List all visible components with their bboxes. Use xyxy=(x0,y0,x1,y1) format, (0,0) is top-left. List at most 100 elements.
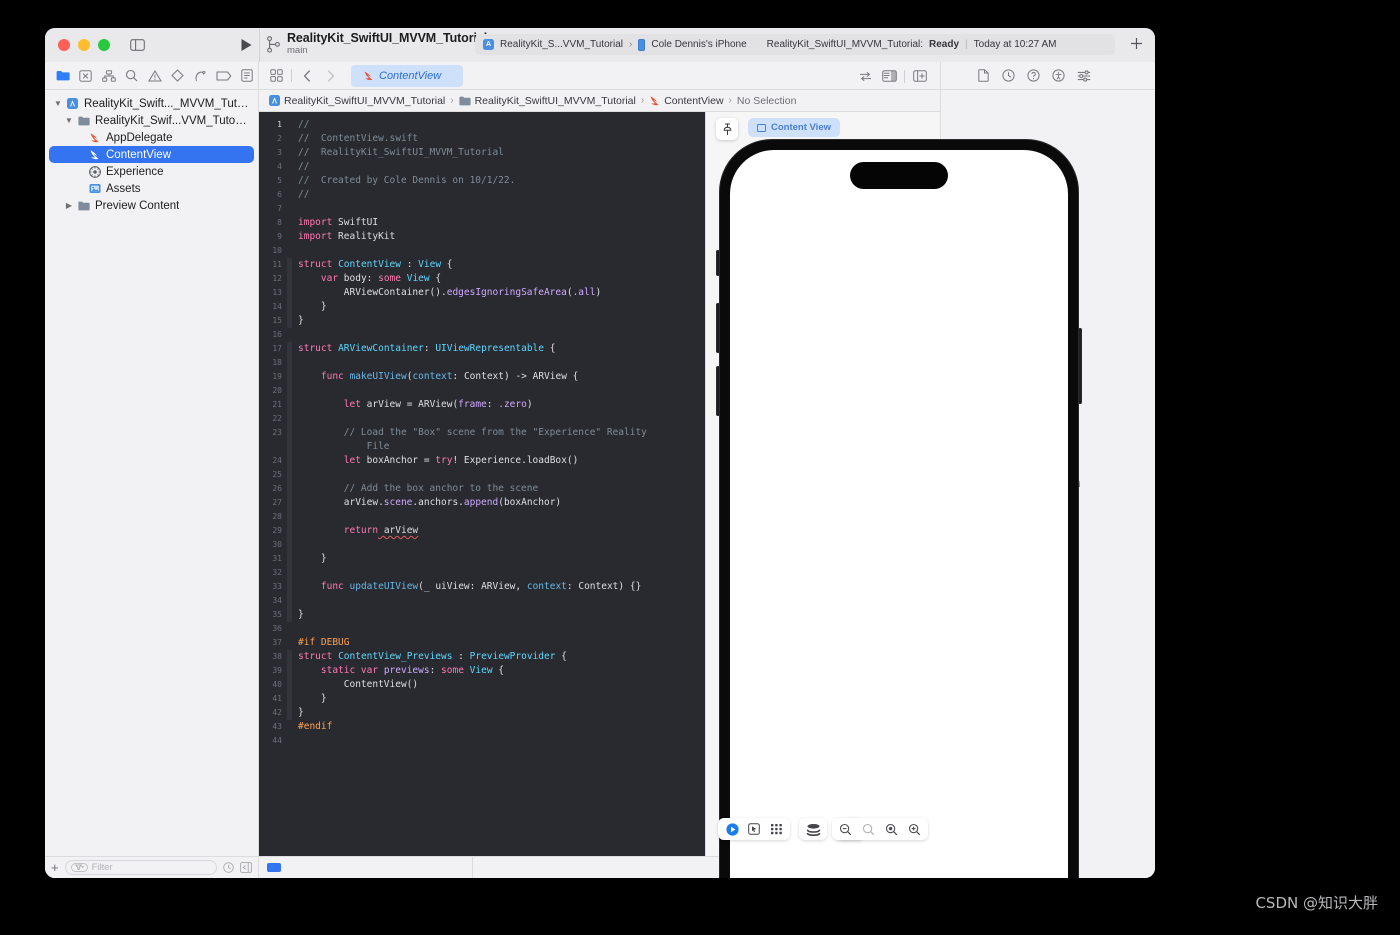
device-settings-icon[interactable] xyxy=(803,820,823,838)
code-line[interactable]: arView.scene.anchors.append(boxAnchor) xyxy=(298,496,705,510)
code-line[interactable]: // Created by Cole Dennis on 10/1/22. xyxy=(298,174,705,188)
navigator-item-assets[interactable]: Assets xyxy=(49,180,254,197)
code-line[interactable]: } xyxy=(298,706,705,720)
code-line[interactable] xyxy=(298,538,705,552)
file-inspector-icon[interactable] xyxy=(971,65,996,87)
test-navigator-icon[interactable] xyxy=(166,65,189,87)
code-line[interactable]: } xyxy=(298,692,705,706)
code-line[interactable]: } xyxy=(298,552,705,566)
navigator-item-appdelegate[interactable]: AppDelegate xyxy=(49,129,254,146)
zoom-button[interactable] xyxy=(98,39,110,51)
disclosure-triangle-open[interactable]: ▼ xyxy=(64,116,74,125)
code-line[interactable]: } xyxy=(298,300,705,314)
code-line[interactable] xyxy=(298,622,705,636)
activity-status-bar[interactable]: A RealityKit_S...VVM_Tutorial › Cole Den… xyxy=(475,34,1115,55)
destination-label[interactable]: Cole Dennis's iPhone xyxy=(651,39,746,50)
code-line[interactable] xyxy=(298,594,705,608)
preview-name-badge[interactable]: Content View xyxy=(748,118,840,137)
code-line[interactable]: #endif xyxy=(298,720,705,734)
code-line[interactable]: struct ARViewContainer: UIViewRepresenta… xyxy=(298,342,705,356)
selectable-preview-icon[interactable] xyxy=(744,820,764,838)
run-play-icon[interactable] xyxy=(240,38,253,52)
code-line[interactable]: let boxAnchor = try! Experience.loadBox(… xyxy=(298,454,705,468)
quick-help-inspector-icon[interactable] xyxy=(1021,65,1046,87)
symbol-navigator-icon[interactable] xyxy=(97,65,120,87)
source-control-navigator-icon[interactable] xyxy=(74,65,97,87)
code-line[interactable]: static var previews: some View { xyxy=(298,664,705,678)
close-button[interactable] xyxy=(58,39,70,51)
code-line[interactable]: var body: some View { xyxy=(298,272,705,286)
code-review-icon[interactable] xyxy=(853,65,877,87)
filter-scope-icon[interactable] xyxy=(70,863,88,872)
code-line[interactable]: struct ContentView : View { xyxy=(298,258,705,272)
code-line[interactable]: // Load the "Box" scene from the "Experi… xyxy=(298,426,705,440)
filter-input[interactable]: Filter xyxy=(64,860,217,875)
code-line[interactable]: } xyxy=(298,314,705,328)
code-line[interactable]: // RealityKit_SwiftUI_MVVM_Tutorial xyxy=(298,146,705,160)
project-file-tree[interactable]: ▼ RealityKit_Swift..._MVVM_Tutorial ▼ Reali… xyxy=(45,90,258,856)
code-line[interactable]: ContentView() xyxy=(298,678,705,692)
collapse-all-icon[interactable] xyxy=(240,862,252,873)
sidebar-toggle-icon[interactable] xyxy=(130,39,145,51)
code-line[interactable] xyxy=(298,510,705,524)
accessibility-inspector-icon[interactable] xyxy=(1046,65,1071,87)
code-line[interactable]: // xyxy=(298,188,705,202)
code-line[interactable] xyxy=(298,202,705,216)
code-line[interactable]: struct ContentView_Previews : PreviewPro… xyxy=(298,650,705,664)
disclosure-triangle-closed[interactable]: ▶ xyxy=(64,201,74,210)
code-line[interactable] xyxy=(298,244,705,258)
code-line-continuation[interactable]: File xyxy=(298,440,705,454)
zoom-fit-icon[interactable] xyxy=(858,820,879,838)
navigator-item-realitykit-swif-vvm-tutorial[interactable]: ▼ RealityKit_Swif...VVM_Tutorial xyxy=(49,112,254,129)
add-editor-icon[interactable] xyxy=(908,65,932,87)
code-line[interactable] xyxy=(298,412,705,426)
zoom-out-icon[interactable] xyxy=(835,820,856,838)
scheme-selector-label[interactable]: RealityKit_S...VVM_Tutorial xyxy=(500,39,623,50)
breadcrumb[interactable]: RealityKit_SwiftUI_MVVM_Tutorial › Reality… xyxy=(259,90,940,112)
issue-navigator-icon[interactable] xyxy=(143,65,166,87)
code-line[interactable] xyxy=(298,384,705,398)
code-line[interactable]: // ContentView.swift xyxy=(298,132,705,146)
code-line[interactable]: let arView = ARView(frame: .zero) xyxy=(298,398,705,412)
code-line[interactable]: // Add the box anchor to the scene xyxy=(298,482,705,496)
add-toolbar-button[interactable] xyxy=(1130,37,1143,50)
navigator-item-preview-content[interactable]: ▶ Preview Content xyxy=(49,197,254,214)
live-preview-play-icon[interactable] xyxy=(722,820,742,838)
breakpoint-navigator-icon[interactable] xyxy=(212,65,235,87)
zoom-actual-size-icon[interactable] xyxy=(881,820,902,838)
breadcrumb-item-0[interactable]: RealityKit_SwiftUI_MVVM_Tutorial xyxy=(269,95,445,107)
pin-preview-icon[interactable] xyxy=(716,118,738,140)
source-code-editor[interactable]: 1 2 3 4 5 6 7 8 9 10 11 12 13 14 15 16 17 18 19 20 21 22 23 24… xyxy=(259,112,705,856)
navigator-item-contentview[interactable]: ContentView xyxy=(49,146,254,163)
project-navigator-icon[interactable] xyxy=(51,65,74,87)
find-navigator-icon[interactable] xyxy=(120,65,143,87)
breadcrumb-item-2[interactable]: ContentView xyxy=(649,95,724,107)
report-navigator-icon[interactable] xyxy=(235,65,258,87)
build-status-indicator[interactable] xyxy=(267,863,281,872)
add-file-button[interactable]: + xyxy=(51,860,59,875)
code-line[interactable]: func updateUIView(_ uiView: ARView, cont… xyxy=(298,580,705,594)
editor-layout-icon[interactable] xyxy=(877,65,901,87)
code-text[interactable]: // // ContentView.swift // RealityKit_Swif… xyxy=(292,112,705,856)
code-line[interactable]: #if DEBUG xyxy=(298,636,705,650)
code-line[interactable] xyxy=(298,734,705,748)
navigator-item-experience[interactable]: Experience xyxy=(49,163,254,180)
code-line[interactable]: ARViewContainer().edgesIgnoringSafeArea(… xyxy=(298,286,705,300)
navigate-back-icon[interactable] xyxy=(295,65,319,87)
code-line[interactable] xyxy=(298,356,705,370)
breadcrumb-item-1[interactable]: RealityKit_SwiftUI_MVVM_Tutorial xyxy=(458,95,636,107)
code-line[interactable]: func makeUIView(context: Context) -> ARV… xyxy=(298,370,705,384)
code-line[interactable]: import SwiftUI xyxy=(298,216,705,230)
code-line[interactable]: // xyxy=(298,160,705,174)
variants-preview-icon[interactable] xyxy=(766,820,786,838)
zoom-in-icon[interactable] xyxy=(904,820,925,838)
navigate-forward-icon[interactable] xyxy=(319,65,343,87)
minimize-button[interactable] xyxy=(78,39,90,51)
code-line[interactable]: return arView xyxy=(298,524,705,538)
disclosure-triangle-open[interactable]: ▼ xyxy=(53,99,63,108)
code-line[interactable] xyxy=(298,328,705,342)
attributes-inspector-icon[interactable] xyxy=(1071,65,1096,87)
code-line[interactable] xyxy=(298,566,705,580)
code-line[interactable]: } xyxy=(298,608,705,622)
tab-contentview[interactable]: ContentView xyxy=(351,64,464,87)
